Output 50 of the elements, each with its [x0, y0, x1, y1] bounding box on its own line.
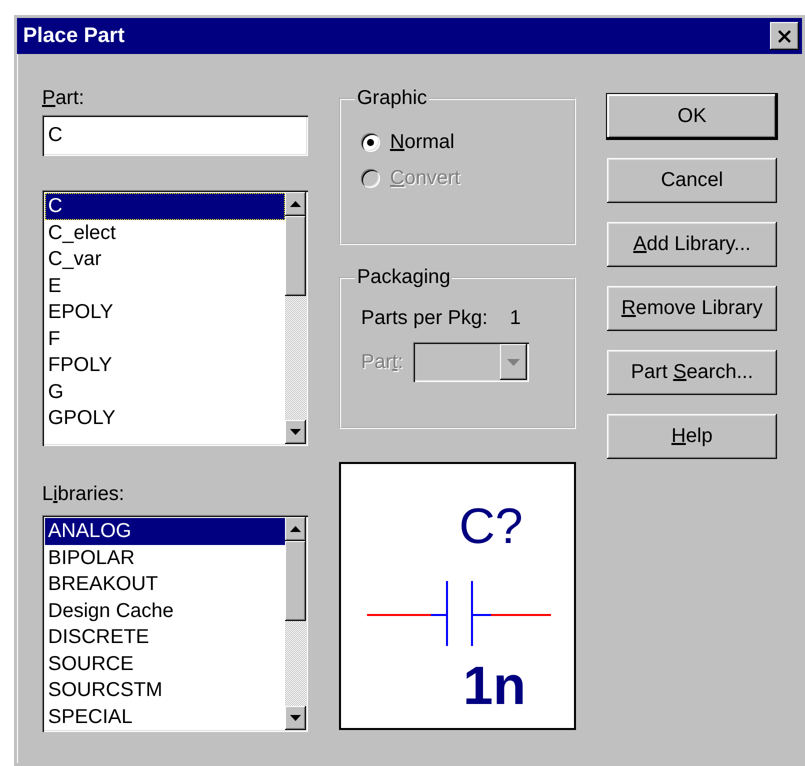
window-title: Place Part: [23, 24, 125, 48]
packaging-title: Packaging: [356, 266, 452, 289]
list-item[interactable]: BREAKOUT: [45, 571, 285, 598]
list-item[interactable]: E: [45, 272, 285, 299]
libraries-label: Libraries:: [42, 482, 126, 507]
dialog-button[interactable]: Cancel: [607, 158, 777, 203]
up-arrow-icon: [290, 201, 301, 207]
list-item[interactable]: BIPOLAR: [45, 544, 285, 571]
list-item[interactable]: C_elect: [45, 220, 285, 246]
list-item[interactable]: F: [45, 326, 285, 352]
scroll-bar[interactable]: [285, 192, 306, 444]
graphic-title: Graphic: [356, 87, 428, 110]
list-item[interactable]: FPOLY: [45, 352, 285, 378]
parts-per-pkg-value: 1: [510, 307, 521, 330]
list-item[interactable]: C: [45, 193, 285, 220]
dialog-button[interactable]: Help: [607, 414, 777, 459]
scroll-up-button[interactable]: [285, 517, 306, 541]
reference-designator: C?: [459, 498, 523, 554]
list-item[interactable]: SOURCSTM: [45, 677, 285, 704]
list-item[interactable]: SOURCE: [45, 650, 285, 677]
list-item[interactable]: Design Cache: [45, 598, 285, 624]
part-value: 1n: [463, 656, 526, 716]
list-item[interactable]: C_var: [45, 246, 285, 272]
dialog-button[interactable]: OK: [607, 94, 777, 139]
list-item[interactable]: SPECIAL: [45, 704, 285, 730]
part-select[interactable]: [413, 342, 530, 382]
list-item[interactable]: ANALOG: [45, 518, 285, 544]
list-item[interactable]: G: [45, 378, 285, 405]
close-icon: [777, 30, 792, 42]
scroll-down-button[interactable]: [285, 706, 306, 730]
close-button[interactable]: [770, 22, 799, 50]
down-arrow-icon: [290, 429, 301, 435]
dialog-button[interactable]: Add Library...: [607, 222, 777, 267]
list-item[interactable]: DISCRETE: [45, 624, 285, 650]
up-arrow-icon: [290, 526, 301, 532]
scroll-up-button[interactable]: [285, 192, 306, 216]
list-item[interactable]: EPOLY: [45, 299, 285, 326]
dialog-button[interactable]: Part Search...: [607, 350, 777, 395]
scroll-down-button[interactable]: [285, 420, 306, 444]
list-item[interactable]: GPOLY: [45, 405, 285, 432]
down-arrow-icon: [290, 715, 301, 721]
part-label: Part:: [42, 86, 86, 111]
radio-option[interactable]: Normal: [361, 124, 454, 160]
part-select-label: Part:: [361, 350, 404, 374]
scroll-bar[interactable]: [285, 517, 306, 730]
parts-per-pkg-label: Parts per Pkg:: [361, 307, 488, 330]
dialog-button[interactable]: Remove Library: [607, 286, 777, 331]
part-field[interactable]: C: [42, 115, 308, 156]
radio-button[interactable]: [361, 132, 380, 152]
dropdown-arrow-icon: [507, 358, 520, 366]
